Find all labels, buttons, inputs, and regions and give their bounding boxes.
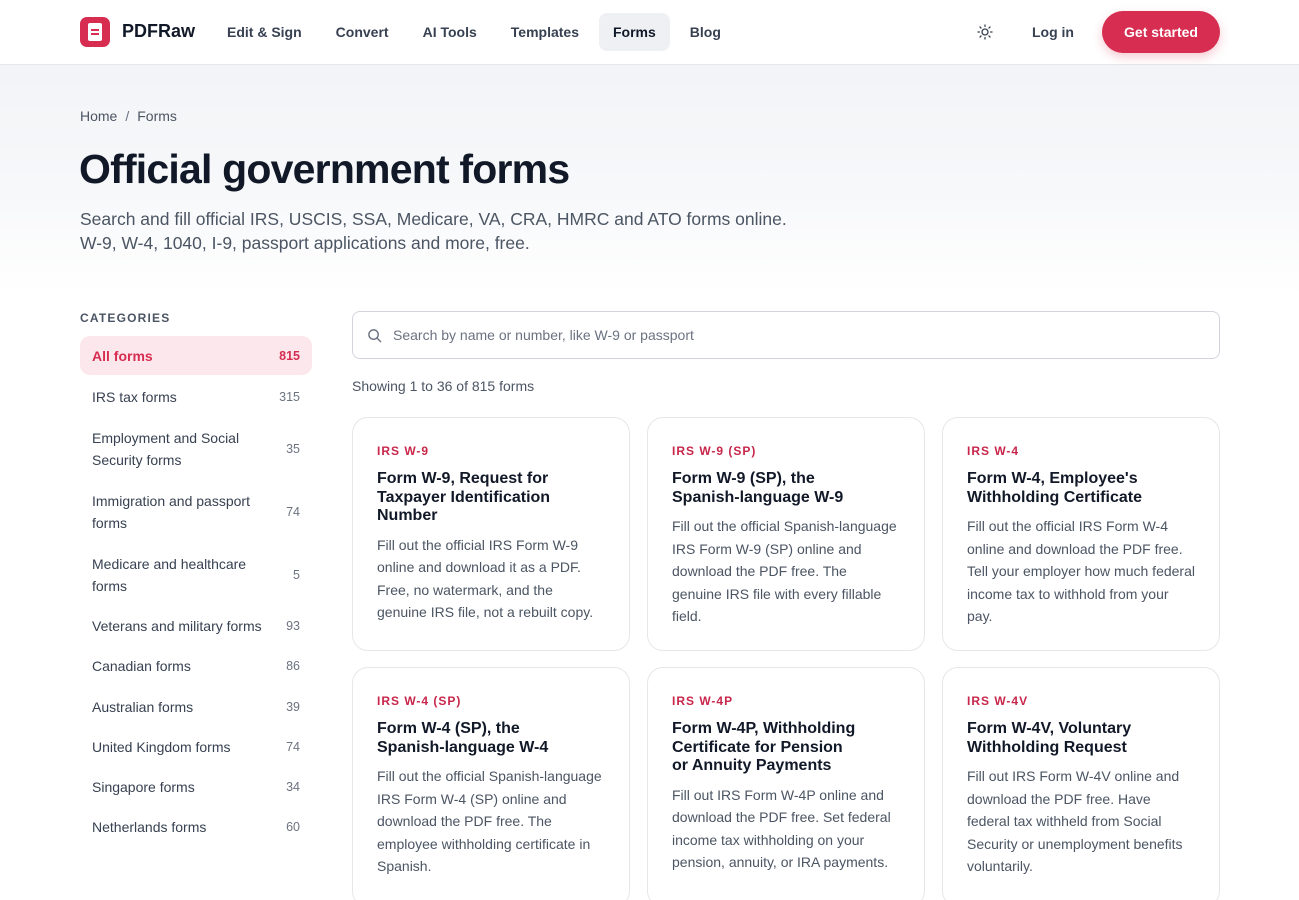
results-summary: Showing 1 to 36 of 815 forms — [352, 378, 535, 394]
breadcrumb-current: Forms — [137, 108, 177, 124]
form-code: IRS W-4 — [967, 444, 1020, 458]
subtitle-line-1: Search and fill official IRS, USCIS, SSA… — [80, 209, 787, 229]
category-item-singapore[interactable]: Singapore forms 34 — [80, 767, 312, 807]
category-item-irs-tax[interactable]: IRS tax forms 315 — [80, 377, 312, 416]
nav-convert[interactable]: Convert — [322, 13, 403, 51]
form-title: Form W-4 (SP), the Spanish-language W-4 — [377, 720, 549, 756]
form-card-w9-sp[interactable]: IRS W-9 (SP) Form W-9 (SP), the Spanish-… — [647, 417, 925, 651]
category-label: Singapore forms — [92, 779, 195, 795]
form-title: Form W-4P, Withholding Certificate for P… — [672, 720, 856, 774]
theme-toggle-button[interactable] — [970, 17, 1000, 47]
category-label: Australian forms — [92, 698, 194, 715]
breadcrumb-separator: / — [125, 108, 130, 124]
form-title: Form W-4V, Voluntary Withholding Request — [967, 720, 1132, 756]
nav-templates[interactable]: Templates — [497, 13, 593, 51]
form-title: Form W-9, Request for Taxpayer Identific… — [377, 470, 551, 524]
form-description: Fill out the official Spanish-language I… — [377, 768, 602, 874]
category-label: Medicare and healthcare forms — [92, 555, 247, 594]
form-description: Fill out IRS Form W-4V online and downlo… — [967, 768, 1183, 874]
category-item-australian[interactable]: Australian forms 39 — [80, 686, 312, 727]
category-label: IRS tax forms — [92, 388, 177, 405]
form-card-w9[interactable]: IRS W-9 Form W-9, Request for Taxpayer I… — [352, 417, 630, 651]
form-code: IRS W-4V — [967, 694, 1029, 708]
breadcrumb: Home / Forms — [80, 108, 177, 124]
form-code: IRS W-4P — [672, 694, 734, 708]
sun-icon — [977, 24, 993, 40]
category-count: 74 — [286, 504, 300, 519]
form-description: Fill out IRS Form W-4P online and downlo… — [672, 786, 891, 871]
category-label: Employment and Social Security forms — [92, 429, 240, 468]
main-nav: Edit & Sign Convert AI Tools Templates F… — [213, 13, 735, 51]
form-code: IRS W-9 (SP) — [672, 444, 757, 458]
search-icon — [368, 329, 382, 343]
category-label: United Kingdom forms — [92, 739, 231, 755]
category-item-canadian[interactable]: Canadian forms 86 — [80, 646, 312, 686]
form-card-w4v[interactable]: IRS W-4V Form W-4V, Voluntary Withholdin… — [942, 667, 1220, 900]
category-item-employment-social-security[interactable]: Employment and Social Security forms 35 — [80, 417, 312, 480]
form-code: IRS W-4 (SP) — [377, 694, 462, 708]
category-item-immigration-passport[interactable]: Immigration and passport forms 74 — [80, 480, 312, 543]
category-count: 74 — [286, 740, 300, 754]
category-count: 315 — [279, 389, 300, 404]
category-label: Netherlands forms — [92, 819, 207, 835]
pdf-logo-icon[interactable] — [80, 17, 110, 47]
get-started-button[interactable]: Get started — [1102, 11, 1220, 53]
category-count: 815 — [279, 348, 300, 363]
form-title: Form W-9 (SP), the Spanish-language W-9 — [672, 470, 844, 506]
category-list: All forms 815 IRS tax forms 315 Employme… — [80, 336, 312, 847]
category-label: All forms — [92, 347, 153, 364]
category-count: 86 — [286, 659, 300, 673]
category-label: Canadian forms — [92, 658, 191, 674]
nav-ai-tools[interactable]: AI Tools — [409, 13, 491, 51]
category-count: 5 — [293, 567, 300, 582]
form-card-w4p[interactable]: IRS W-4P Form W-4P, Withholding Certific… — [647, 667, 925, 900]
category-count: 93 — [286, 619, 300, 633]
top-navigation-bar: PDFRaw Edit & Sign Convert AI Tools Temp… — [0, 0, 1299, 65]
form-card-w4-sp[interactable]: IRS W-4 (SP) Form W-4 (SP), the Spanish-… — [352, 667, 630, 900]
subtitle-line-2: W-9, W-4, 1040, I-9, passport applicatio… — [80, 233, 530, 253]
search-input[interactable] — [393, 312, 1193, 358]
category-item-veterans-military[interactable]: Veterans and military forms 93 — [80, 606, 312, 646]
category-item-medicare-healthcare[interactable]: Medicare and healthcare forms 5 — [80, 543, 312, 606]
login-link[interactable]: Log in — [1018, 13, 1088, 51]
form-card-w4[interactable]: IRS W-4 Form W-4, Employee's Withholding… — [942, 417, 1220, 651]
brand-name[interactable]: PDFRaw — [122, 21, 195, 42]
form-title: Form W-4, Employee's Withholding Certifi… — [967, 470, 1142, 506]
category-item-netherlands[interactable]: Netherlands forms 60 — [80, 807, 312, 847]
category-count: 60 — [286, 820, 300, 834]
categories-heading: CATEGORIES — [80, 311, 171, 325]
category-count: 39 — [286, 699, 300, 714]
form-description: Fill out the official IRS Form W-4 onlin… — [967, 518, 1195, 624]
nav-forms[interactable]: Forms — [598, 13, 670, 51]
page-subtitle: Search and fill official IRS, USCIS, SSA… — [80, 207, 840, 255]
form-description: Fill out the official Spanish-language I… — [672, 518, 897, 624]
form-code: IRS W-9 — [377, 444, 430, 458]
category-label: Immigration and passport forms — [92, 492, 250, 531]
forms-search-box[interactable] — [352, 311, 1220, 359]
category-label: Veterans and military forms — [92, 618, 262, 634]
category-item-all-forms[interactable]: All forms 815 — [80, 336, 312, 375]
category-count: 34 — [286, 780, 300, 794]
nav-blog[interactable]: Blog — [676, 13, 735, 51]
page-title: Official government forms — [79, 146, 570, 192]
category-count: 35 — [286, 441, 300, 456]
nav-edit-sign[interactable]: Edit & Sign — [213, 13, 316, 51]
breadcrumb-home[interactable]: Home — [80, 108, 117, 124]
form-description: Fill out the official IRS Form W-9 onlin… — [377, 536, 594, 621]
category-item-united-kingdom[interactable]: United Kingdom forms 74 — [80, 727, 312, 767]
